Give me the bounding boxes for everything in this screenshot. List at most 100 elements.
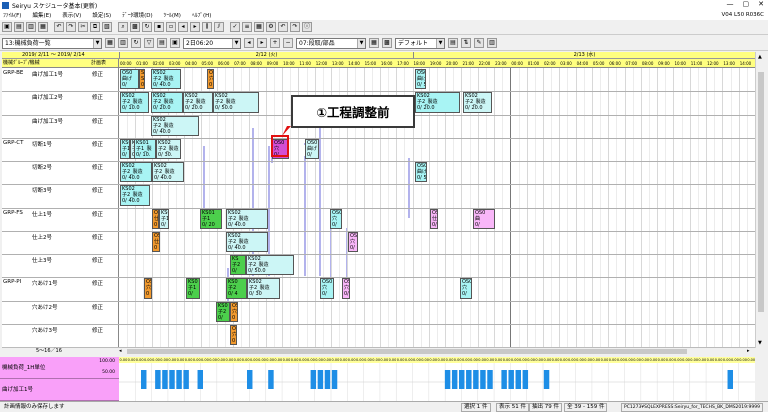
next-icon[interactable]: ▸: [257, 38, 267, 48]
hscroll-thumb[interactable]: [127, 349, 687, 354]
task-bar[interactable]: OS0曲げ0/ 5: [415, 69, 426, 90]
task-bar[interactable]: KS0子10/: [186, 278, 200, 299]
scroll-up-icon[interactable]: ▲: [758, 54, 762, 60]
menu-view[interactable]: 表示(V): [62, 11, 81, 19]
vertical-scrollbar[interactable]: ▲ ▼: [755, 52, 766, 348]
task-bar[interactable]: OS0 曲げ 0/: [305, 138, 319, 159]
open-icon[interactable]: ▣: [2, 22, 12, 32]
minimize-button[interactable]: —: [727, 0, 734, 8]
task-bar[interactable]: KS02 子2_製造 0/ 30: [247, 278, 280, 299]
view-select[interactable]: 13:機械負荷一覧 ▼: [2, 37, 102, 49]
undo-icon[interactable]: ↶: [54, 22, 64, 32]
task-bar[interactable]: OS0穴0/: [460, 278, 472, 299]
gantt-grid[interactable]: OS0曲げ0/SS0KS02子2_製造0/ 40.0OS穴0OS0曲げ0/ 5K…: [119, 68, 755, 347]
settings-icon[interactable]: ⚙: [266, 22, 276, 32]
unlock-icon[interactable]: ▫: [166, 22, 176, 32]
refresh-icon[interactable]: ↻: [131, 38, 141, 48]
task-bar[interactable]: OS0穴0/: [320, 278, 334, 299]
machine-label[interactable]: 切断3号: [32, 186, 52, 194]
task-bar[interactable]: KS0 子2 0/: [216, 301, 230, 322]
info-icon[interactable]: ⓘ: [302, 22, 312, 32]
task-bar[interactable]: KS02 子2_製造 0/ 40.0: [151, 69, 181, 90]
task-bar[interactable]: OS0 曲げ 0/: [120, 69, 139, 90]
machine-label[interactable]: 穴あけ1号: [32, 279, 58, 287]
task-bar[interactable]: KS02 子2_製造 0/ 20.0: [463, 92, 492, 113]
prev-icon[interactable]: ◂: [244, 38, 254, 48]
zoom-out-icon[interactable]: −: [283, 38, 293, 48]
chart-icon[interactable]: ▥: [118, 38, 128, 48]
machine-label[interactable]: 曲げ加工3号: [32, 117, 63, 125]
menu-help[interactable]: ﾍﾙﾌﾟ(H): [192, 11, 211, 19]
mode-select[interactable]: デフォルト ▼: [395, 37, 445, 49]
scroll-down-icon[interactable]: ▼: [758, 340, 762, 346]
machine-label[interactable]: 切断2号: [32, 163, 52, 171]
task-bar[interactable]: KS01 子1 0/ 20: [200, 208, 222, 229]
task-bar[interactable]: OS0穴0/: [330, 208, 342, 229]
paste-icon[interactable]: ▧: [102, 22, 112, 32]
calendar-icon[interactable]: ▦: [254, 22, 264, 32]
zoom-in-icon[interactable]: +: [270, 38, 280, 48]
task-bar[interactable]: KS0子10/: [159, 208, 169, 229]
task-bar[interactable]: KS 子2 0/: [230, 255, 246, 276]
task-bar[interactable]: KS02 子2_製造 0/ 30.: [156, 138, 181, 159]
task-bar[interactable]: OS穴0/: [342, 278, 350, 299]
task-bar[interactable]: KS02 子2_製造 0/ 40.0: [226, 231, 268, 252]
close-button[interactable]: ✕: [758, 0, 764, 8]
task-bar[interactable]: KS02 子2_製造 0/ 40.0: [120, 162, 152, 183]
task-bar[interactable]: OS穴0: [207, 69, 214, 90]
task-bar[interactable]: KS0子10/: [120, 138, 130, 159]
task-bar[interactable]: KS01 子1_製 0/ 10.: [134, 138, 156, 159]
save-icon[interactable]: ▤: [14, 22, 24, 32]
filter-icon[interactable]: ▽: [144, 38, 154, 48]
menu-settings[interactable]: 設定(S): [92, 11, 111, 19]
task-bar[interactable]: KS02 子2_製造 0/ 40.0: [120, 185, 150, 206]
list-icon[interactable]: ≡: [242, 22, 252, 32]
task-bar[interactable]: KS02 子2_製造 0/ 50.0: [213, 92, 259, 113]
menu-edit[interactable]: 編集(E): [32, 11, 51, 19]
scroll-right-icon[interactable]: ▸: [747, 348, 750, 355]
reschedule-icon[interactable]: ↻: [142, 22, 152, 32]
edit-icon[interactable]: ✎: [474, 38, 484, 48]
lock-icon[interactable]: ▪: [154, 22, 164, 32]
check-icon[interactable]: ✓: [230, 22, 240, 32]
group-select[interactable]: 07:段取/部品 ▼: [296, 37, 366, 49]
machine-label[interactable]: 穴あけ3号: [32, 326, 58, 334]
task-bar[interactable]: OS0穴0/: [348, 231, 358, 252]
menu-data-env[interactable]: ﾃﾞｰﾀ環境(D): [122, 11, 153, 19]
redo-2-icon[interactable]: ↷: [290, 22, 300, 32]
move-right-icon[interactable]: ▸: [190, 22, 200, 32]
task-bar[interactable]: KS0 子2 0/ 4: [226, 278, 247, 299]
machine-label[interactable]: 仕上3号: [32, 256, 52, 264]
sort-icon[interactable]: ⇅: [461, 38, 471, 48]
task-bar[interactable]: OS仕0/: [430, 208, 438, 229]
print-icon[interactable]: ▣: [170, 38, 180, 48]
redo-icon[interactable]: ↷: [66, 22, 76, 32]
table-icon[interactable]: ▦: [369, 38, 379, 48]
menu-tools[interactable]: ﾂｰﾙ(M): [164, 11, 181, 19]
task-bar[interactable]: KS02 子2_製造 0/ 40.0: [151, 115, 199, 136]
undo-2-icon[interactable]: ↶: [278, 22, 288, 32]
task-bar[interactable]: KS02 子2_製造 0/ 20.0: [151, 92, 183, 113]
calendar-icon[interactable]: ▦: [105, 38, 115, 48]
machine-label[interactable]: 曲げ加工1号: [32, 70, 63, 78]
task-bar[interactable]: OS0 曲 0/: [473, 208, 495, 229]
move-left-icon[interactable]: ◂: [178, 22, 188, 32]
task-bar[interactable]: OS仕0: [152, 231, 160, 252]
schedule-icon[interactable]: ▩: [130, 22, 140, 32]
task-bar[interactable]: OS仕0: [152, 208, 159, 229]
maximize-button[interactable]: ▢: [743, 0, 750, 8]
cut-icon[interactable]: ✂: [78, 22, 88, 32]
task-bar[interactable]: OS穴0: [144, 278, 152, 299]
print-icon[interactable]: ▦: [38, 22, 48, 32]
export-icon[interactable]: ▤: [157, 38, 167, 48]
task-bar[interactable]: OS穴0: [230, 324, 237, 345]
task-bar[interactable]: KS02 子2_製造 0/ 20.0: [415, 92, 460, 113]
merge-icon[interactable]: ⫽: [214, 22, 224, 32]
task-bar[interactable]: OS0曲げ0/ 5: [415, 162, 427, 183]
menu-file[interactable]: ﾌｧｲﾙ(F): [3, 11, 21, 19]
task-bar[interactable]: KS02 子2_製造 0/ 40.0: [226, 208, 268, 229]
machine-label[interactable]: 切断1号: [32, 140, 52, 148]
search-icon[interactable]: ⌕: [118, 22, 128, 32]
palette-icon[interactable]: ▤: [448, 38, 458, 48]
machine-label[interactable]: 仕上1号: [32, 210, 52, 218]
